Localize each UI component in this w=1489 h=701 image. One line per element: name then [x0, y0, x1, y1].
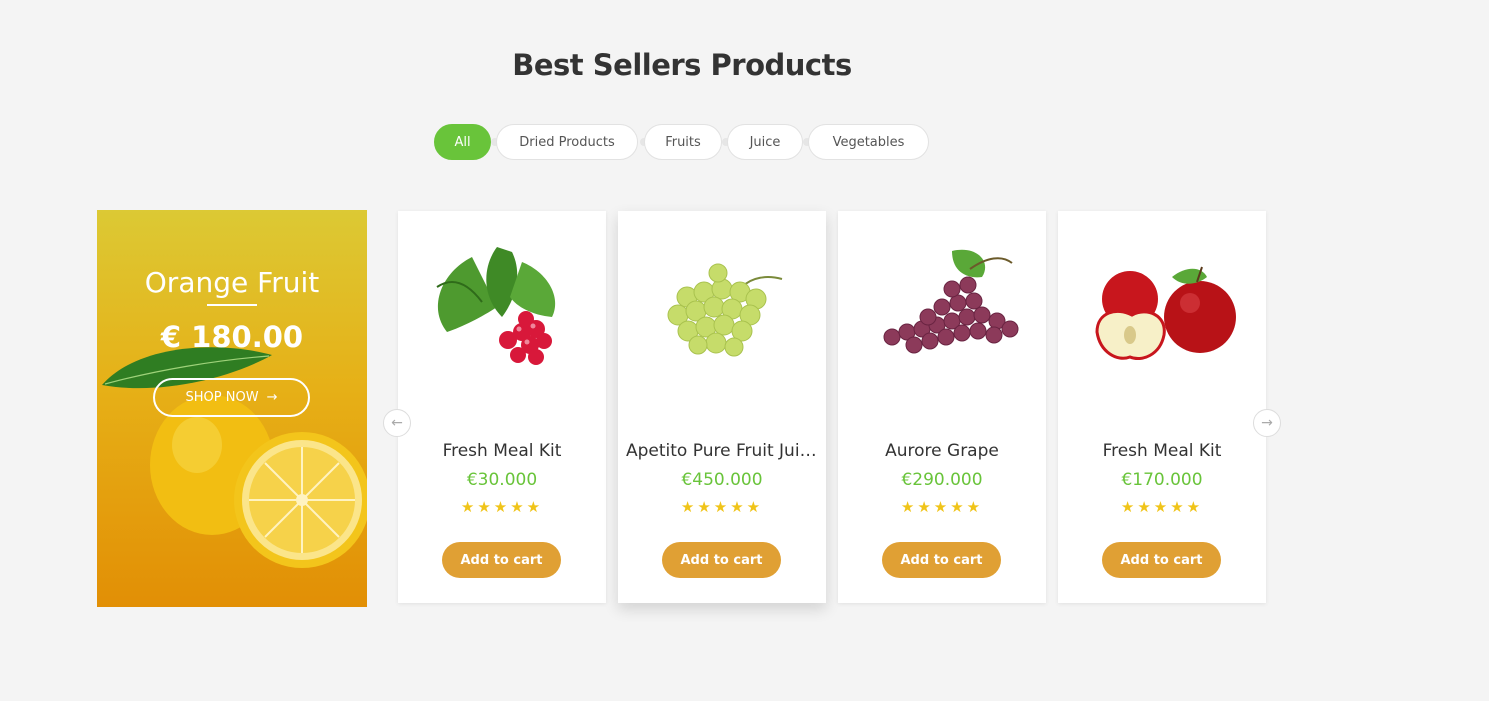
product-name[interactable]: Fresh Meal Kit: [1066, 441, 1258, 461]
tab-vegetables[interactable]: Vegetables: [808, 124, 929, 160]
shop-now-button[interactable]: SHOP NOW →: [153, 378, 310, 417]
add-to-cart-button[interactable]: Add to cart: [442, 542, 561, 578]
carousel-next-button[interactable]: →: [1253, 409, 1281, 437]
section-title: Best Sellers Products: [512, 48, 852, 82]
arrow-right-icon: →: [1261, 415, 1273, 431]
banner-price: € 180.00: [160, 320, 304, 354]
product-price: €450.000: [681, 470, 763, 490]
rating-stars: ★★★★★: [900, 498, 984, 516]
product-name[interactable]: Fresh Meal Kit: [406, 441, 598, 461]
arrow-right-icon: →: [266, 390, 278, 405]
banner-title: Orange Fruit: [144, 266, 320, 299]
tab-fruits[interactable]: Fruits: [644, 124, 722, 160]
tab-all[interactable]: All: [434, 124, 491, 160]
product-price: €290.000: [901, 470, 983, 490]
add-to-cart-button[interactable]: Add to cart: [662, 542, 781, 578]
banner-divider: [207, 304, 257, 306]
shop-now-label: SHOP NOW: [185, 390, 259, 405]
product-card[interactable]: Aurore Grape €290.000 ★★★★★ Add to cart: [838, 211, 1046, 603]
rating-stars: ★★★★★: [1120, 498, 1204, 516]
product-name[interactable]: Apetito Pure Fruit Juice: [626, 441, 818, 461]
product-image-radish: [436, 247, 556, 365]
tab-dried-products[interactable]: Dried Products: [496, 124, 638, 160]
add-to-cart-button[interactable]: Add to cart: [882, 542, 1001, 578]
promo-banner: Orange Fruit € 180.00 SHOP NOW →: [97, 210, 367, 607]
tab-juice[interactable]: Juice: [727, 124, 803, 160]
carousel-prev-button[interactable]: ←: [383, 409, 411, 437]
product-name[interactable]: Aurore Grape: [846, 441, 1038, 461]
product-price: €170.000: [1121, 470, 1203, 490]
product-image-red-grapes: [883, 249, 1019, 354]
arrow-left-icon: ←: [391, 415, 403, 431]
product-card[interactable]: Fresh Meal Kit €30.000 ★★★★★ Add to cart: [398, 211, 606, 603]
rating-stars: ★★★★★: [460, 498, 544, 516]
rating-stars: ★★★★★: [680, 498, 764, 516]
product-price: €30.000: [466, 470, 538, 490]
product-image-apples: [1095, 266, 1236, 360]
product-card[interactable]: Fresh Meal Kit €170.000 ★★★★★ Add to car…: [1058, 211, 1266, 603]
product-image-green-grapes: [667, 263, 783, 357]
add-to-cart-button[interactable]: Add to cart: [1102, 542, 1221, 578]
product-card[interactable]: Apetito Pure Fruit Juice €450.000 ★★★★★ …: [618, 211, 826, 603]
